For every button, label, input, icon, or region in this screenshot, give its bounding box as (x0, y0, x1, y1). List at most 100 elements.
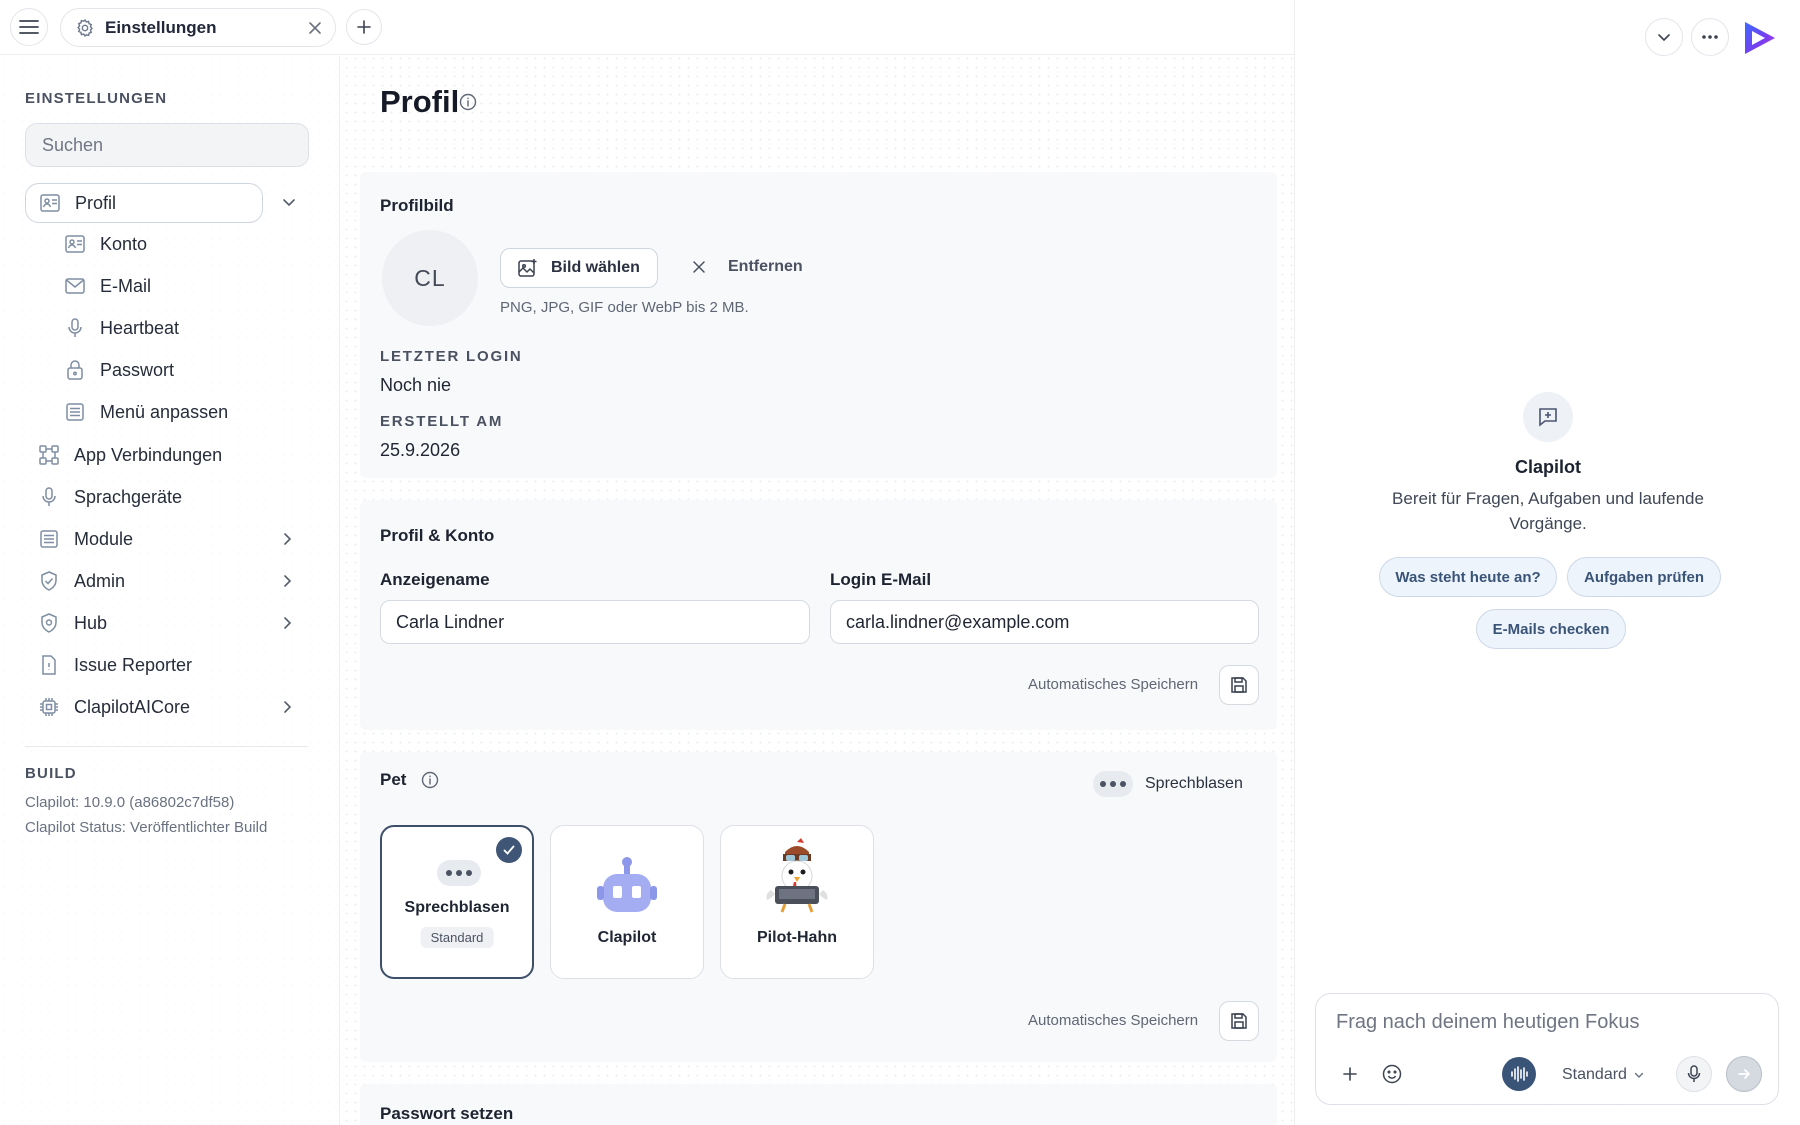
more-dots-icon (1702, 35, 1718, 39)
sidebar-item-admin[interactable]: Admin (38, 563, 125, 599)
chevron-right-icon[interactable] (279, 573, 295, 589)
speech-bubble-icon (437, 860, 481, 886)
sidebar-item-heartbeat[interactable]: Heartbeat (64, 310, 179, 346)
save-button[interactable] (1219, 665, 1259, 705)
id-card-icon (39, 192, 61, 214)
remove-image-label: Entfernen (728, 258, 803, 275)
sidebar-item-label: Profil (75, 192, 117, 213)
chevron-down-icon (1634, 1072, 1644, 1078)
sidebar-item-module[interactable]: Module (38, 521, 133, 557)
close-icon (693, 261, 705, 273)
plus-icon[interactable] (1342, 1066, 1358, 1082)
remove-image-button[interactable]: Entfernen (690, 258, 803, 276)
info-icon[interactable] (421, 771, 439, 789)
sidebar-item-label: Menü anpassen (100, 401, 229, 422)
suggestion-chip[interactable]: Aufgaben prüfen (1567, 557, 1721, 597)
voice-mode-button[interactable] (1502, 1057, 1536, 1091)
sidebar-item-clapilotaicore[interactable]: ClapilotAICore (38, 689, 190, 725)
sidebar-item-app-verbindungen[interactable]: App Verbindungen (38, 437, 222, 473)
chevron-right-icon[interactable] (279, 531, 295, 547)
pet-option-pilot-hahn[interactable]: Pilot-Hahn (720, 825, 874, 979)
pet-option-sprechblasen[interactable]: Sprechblasen Standard (380, 825, 534, 979)
new-tab-button[interactable] (346, 9, 382, 45)
email-field[interactable]: carla.lindner@example.com (830, 600, 1259, 644)
assistant-subtitle: Bereit für Fragen, Aufgaben und laufende… (1392, 489, 1704, 533)
chevron-right-icon[interactable] (279, 699, 295, 715)
robot-icon (597, 857, 657, 912)
microphone-icon (38, 486, 60, 508)
sidebar-item-email[interactable]: E-Mail (64, 268, 151, 304)
sidebar-item-profil[interactable]: Profil (25, 183, 263, 223)
pet-name: Pilot-Hahn (757, 929, 837, 946)
settings-sidebar: EINSTELLUNGEN Profil Konto E-Mail Heartb… (0, 56, 340, 1125)
clapilot-logo-icon[interactable] (1741, 20, 1779, 56)
tab-settings[interactable]: Einstellungen (60, 8, 336, 47)
send-button[interactable] (1726, 1056, 1762, 1092)
chat-add-icon (1523, 392, 1573, 442)
sidebar-item-passwort[interactable]: Passwort (64, 352, 174, 388)
waveform-icon (1511, 1066, 1528, 1082)
pet-option-clapilot[interactable]: Clapilot (550, 825, 704, 979)
id-card-icon (64, 233, 86, 255)
emoji-icon[interactable] (1382, 1064, 1402, 1084)
email-label: Login E-Mail (830, 570, 932, 589)
page-title: Profil (380, 84, 459, 120)
chat-composer: Standard (1315, 993, 1779, 1105)
document-icon (38, 654, 60, 676)
list-icon (64, 401, 86, 423)
save-icon (1231, 1013, 1247, 1029)
sidebar-item-label: App Verbindungen (74, 444, 223, 465)
model-selector[interactable]: Standard (1562, 1066, 1645, 1084)
pet-card: Pet Sprechblasen Sprechblasen Standard C… (360, 752, 1277, 1062)
info-icon[interactable] (459, 93, 477, 111)
sidebar-item-label: Konto (100, 233, 148, 254)
chat-input[interactable] (1336, 1004, 1756, 1040)
model-label: Standard (1562, 1066, 1627, 1083)
autosave-label: Automatisches Speichern (1028, 676, 1199, 693)
save-button[interactable] (1219, 1001, 1259, 1041)
display-name-field[interactable]: Carla Lindner (380, 600, 810, 644)
connections-icon (38, 444, 60, 466)
shield-check-icon (38, 570, 60, 592)
default-badge: Standard (420, 927, 494, 948)
chip-icon (38, 696, 60, 718)
assistant-panel: Clapilot Bereit für Fragen, Aufgaben und… (1294, 0, 1800, 1125)
sidebar-item-label: Admin (74, 570, 126, 591)
mail-icon (64, 275, 86, 297)
build-version: Clapilot: 10.9.0 (a86802c7df58) (25, 794, 235, 811)
sidebar-item-issue-reporter[interactable]: Issue Reporter (38, 647, 192, 683)
collapse-button[interactable] (1645, 18, 1683, 56)
created-label: ERSTELLT AM (380, 413, 504, 430)
suggestion-chip[interactable]: Was steht heute an? (1379, 557, 1557, 597)
microphone-button[interactable] (1676, 1056, 1712, 1092)
display-name-label: Anzeigename (380, 570, 490, 589)
checkmark-icon (496, 837, 522, 863)
choose-image-button[interactable]: Bild wählen (500, 248, 658, 288)
sidebar-divider (25, 746, 308, 747)
close-icon[interactable] (305, 18, 325, 38)
sidebar-item-menu[interactable]: Menü anpassen (64, 394, 228, 430)
created-value: 25.9.2026 (380, 440, 461, 460)
sidebar-item-hub[interactable]: Hub (38, 605, 107, 641)
speech-bubble-toggle[interactable]: Sprechblasen (1093, 771, 1243, 797)
tab-label: Einstellungen (105, 17, 217, 37)
sidebar-item-label: Hub (74, 612, 108, 633)
sidebar-item-konto[interactable]: Konto (64, 226, 147, 262)
section-title: Pet (380, 770, 407, 789)
account-card: Profil & Konto Anzeigename Carla Lindner… (360, 500, 1277, 730)
more-button[interactable] (1691, 18, 1729, 56)
menu-button[interactable] (10, 8, 48, 46)
hamburger-icon (19, 20, 39, 34)
list-icon (38, 528, 60, 550)
search-input[interactable] (25, 123, 309, 167)
build-heading: BUILD (25, 765, 77, 782)
section-title: Profil & Konto (380, 526, 495, 545)
page-title-text: Profil (380, 84, 460, 119)
rooster-pilot-icon (766, 838, 828, 913)
chevron-right-icon[interactable] (279, 615, 295, 631)
email-value: carla.lindner@example.com (846, 611, 1070, 632)
sidebar-item-sprachgeraete[interactable]: Sprachgeräte (38, 479, 182, 515)
chevron-down-icon[interactable] (281, 194, 297, 210)
suggestion-chip[interactable]: E-Mails checken (1476, 609, 1626, 649)
shield-icon (38, 612, 60, 634)
